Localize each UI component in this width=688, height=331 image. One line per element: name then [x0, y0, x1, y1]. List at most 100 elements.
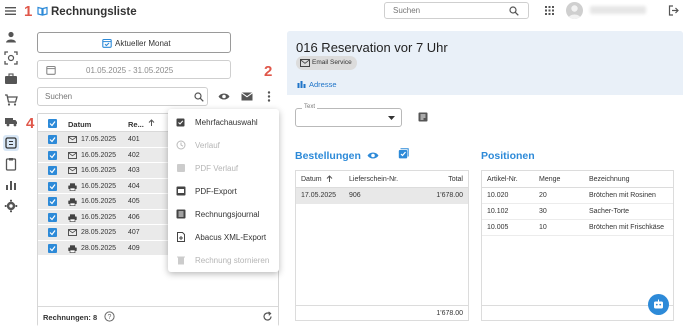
position-qty: 30	[539, 208, 547, 215]
table-row[interactable]: 17.05.2025 906 1'678.00	[296, 188, 468, 204]
menu-item-pdf-export[interactable]: PDF-Export	[168, 180, 279, 203]
table-row[interactable]: 10.102 30 Sacher-Torte	[482, 204, 673, 220]
column-qty[interactable]: Menge	[539, 176, 560, 183]
menu-item-label: Verlauf	[195, 141, 220, 150]
mail-icon	[68, 151, 77, 159]
eye-icon[interactable]	[218, 92, 230, 101]
row-checkbox[interactable]	[48, 243, 57, 253]
logout-icon[interactable]	[668, 5, 679, 16]
table-footer: Rechnungen: 8 ?	[38, 306, 278, 326]
bestellungen-header: Datum Lieferschein-Nr. Total	[296, 171, 468, 188]
column-date[interactable]: Datum	[301, 176, 322, 183]
invoice-date: 16.05.2025	[81, 151, 117, 159]
column-number[interactable]: Re...	[128, 120, 144, 129]
row-checkbox[interactable]	[48, 228, 57, 237]
eye-icon[interactable]	[367, 151, 379, 160]
top-bar: Rechnungsliste	[0, 0, 688, 24]
book-icon	[37, 6, 48, 16]
select-all-checkbox[interactable]	[48, 119, 57, 128]
bar-chart-icon[interactable]	[4, 178, 18, 192]
row-checkbox[interactable]	[48, 212, 57, 222]
invoice-number: 409	[128, 244, 140, 252]
position-article: 10.020	[487, 192, 509, 199]
invoice-date: 16.05.2025	[81, 198, 117, 205]
text-select[interactable]: Text	[295, 104, 402, 127]
printer-icon	[68, 213, 77, 222]
journal-icon	[176, 209, 186, 219]
gear-icon[interactable]	[4, 199, 18, 213]
menu-item-history: Verlauf	[168, 134, 279, 157]
invoice-icon[interactable]	[3, 135, 19, 151]
global-search[interactable]	[384, 2, 529, 19]
pdf-history-icon	[176, 163, 186, 173]
menu-item-label: PDF Verlauf	[195, 164, 239, 173]
row-checkbox[interactable]	[48, 135, 57, 144]
column-description[interactable]: Bezeichnung	[589, 176, 629, 183]
mail-icon	[68, 136, 77, 143]
table-row[interactable]: 10.020 20 Brötchen mit Rosinen	[482, 188, 673, 204]
invoice-number: 401	[128, 136, 140, 143]
detail-title: 016 Reservation vor 7 Uhr	[296, 40, 448, 55]
bestellungen-title: Bestellungen	[295, 150, 361, 162]
apps-grid-icon[interactable]	[545, 6, 554, 15]
bestellungen-footer: 1'678.00	[296, 305, 468, 321]
chip-label: Email Service	[312, 59, 352, 66]
row-checkbox[interactable]	[48, 166, 57, 175]
row-checkbox[interactable]	[48, 181, 57, 191]
xml-export-icon	[176, 232, 186, 242]
menu-item-journal[interactable]: Rechnungsjournal	[168, 203, 279, 226]
avatar[interactable]	[566, 2, 583, 19]
order-delivery-no: 906	[349, 192, 361, 199]
menu-item-multiselect[interactable]: Mehrfachauswahl	[168, 111, 279, 134]
truck-icon[interactable]	[4, 114, 18, 128]
help-icon[interactable]: ?	[104, 311, 115, 322]
multiselect-icon	[176, 117, 186, 127]
invoice-date: 28.05.2025	[81, 244, 117, 252]
date-range-value: 01.05.2025 - 31.05.2025	[86, 66, 174, 75]
column-delivery-no[interactable]: Lieferschein-Nr.	[349, 176, 398, 183]
column-date[interactable]: Datum	[68, 120, 91, 129]
invoice-search-input[interactable]	[45, 92, 175, 101]
notes-icon[interactable]	[418, 112, 428, 122]
chevron-down-icon[interactable]	[388, 116, 395, 121]
search-icon[interactable]	[194, 92, 204, 102]
address-link[interactable]: Adresse	[309, 80, 337, 89]
position-description: Sacher-Torte	[589, 208, 630, 215]
multiselect-icon[interactable]	[398, 148, 409, 159]
menu-item-xml-export[interactable]: Abacus XML-Export	[168, 226, 279, 249]
invoice-search[interactable]	[37, 87, 208, 106]
chat-bot-button[interactable]	[648, 294, 669, 315]
page-title: Rechnungsliste	[51, 6, 137, 18]
sort-arrow-icon[interactable]	[148, 119, 155, 127]
row-checkbox[interactable]	[48, 150, 57, 160]
menu-item-pdf-history: PDF Verlauf	[168, 157, 279, 180]
column-total[interactable]: Total	[448, 176, 463, 183]
sort-arrow-icon[interactable]	[326, 175, 333, 183]
invoice-date: 16.05.2025	[81, 182, 117, 190]
calendar-icon[interactable]	[46, 65, 56, 75]
face-scan-icon[interactable]	[4, 51, 18, 65]
more-vertical-icon[interactable]	[267, 91, 271, 102]
mail-icon[interactable]	[241, 92, 253, 101]
clipboard-icon[interactable]	[4, 157, 18, 171]
text-select-label: Text	[302, 104, 318, 110]
current-month-button[interactable]: Aktueller Monat	[37, 32, 231, 53]
hamburger-menu-icon[interactable]	[5, 6, 16, 16]
row-checkbox[interactable]	[48, 197, 57, 206]
cart-icon[interactable]	[4, 93, 18, 107]
position-article: 10.102	[487, 208, 509, 215]
global-search-input[interactable]	[393, 6, 503, 15]
briefcase-icon[interactable]	[4, 72, 18, 86]
table-row[interactable]: 10.005 10 Brötchen mit Frischkäse	[482, 220, 673, 236]
refresh-icon[interactable]	[262, 311, 273, 322]
menu-item-label: Mehrfachauswahl	[195, 118, 258, 127]
order-total: 1'678.00	[436, 192, 463, 199]
current-month-label: Aktueller Monat	[115, 39, 171, 48]
printer-icon	[68, 182, 77, 191]
position-article: 10.005	[487, 224, 509, 231]
search-icon[interactable]	[509, 6, 519, 16]
user-icon[interactable]	[4, 30, 18, 44]
date-range-field[interactable]: 01.05.2025 - 31.05.2025	[37, 60, 231, 79]
column-article[interactable]: Artikel-Nr.	[487, 176, 518, 183]
svg-text:?: ?	[108, 314, 112, 321]
